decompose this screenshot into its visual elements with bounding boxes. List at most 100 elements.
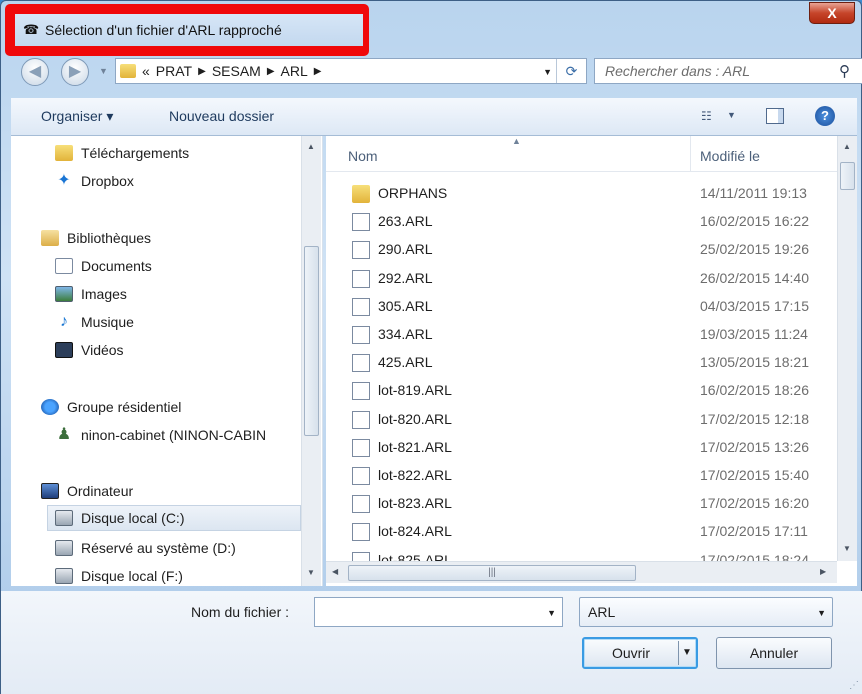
sidebar-item-computer[interactable]: Ordinateur [41,478,133,504]
folder-icon [120,64,136,78]
images-icon [55,286,73,302]
filename-field[interactable]: ▼ [314,597,563,627]
breadcrumb-sesam[interactable]: SESAM [212,63,261,79]
sidebar-item-homegroup[interactable]: Groupe résidentiel [41,394,181,420]
resize-grip-icon[interactable]: ⋰ [849,680,859,691]
sidebar-scrollbar-thumb[interactable] [304,246,319,436]
sidebar-item-ninon-cabinet[interactable]: ♟ ninon-cabinet (NINON-CABIN [55,422,266,448]
back-icon[interactable]: ◀ [21,58,49,86]
file-row[interactable]: lot-821.ARL 17/02/2015 13:26 [326,434,837,462]
music-icon: ♪ [60,313,68,330]
history-dropdown-icon[interactable]: ▼ [99,66,108,76]
scroll-down-icon[interactable]: ▼ [843,544,851,553]
file-icon [352,326,370,344]
open-button[interactable]: Ouvrir ▼ [582,637,698,669]
file-row[interactable]: ORPHANS 14/11/2011 19:13 [326,180,837,208]
filename-dropdown-icon[interactable]: ▼ [547,608,556,618]
file-row[interactable]: lot-823.ARL 17/02/2015 16:20 [326,490,837,518]
close-button[interactable]: X [809,2,855,24]
sidebar-item-dropbox[interactable]: ✦ Dropbox [55,168,134,194]
sort-ascending-icon: ▲ [512,136,521,146]
file-row[interactable]: 290.ARL 25/02/2015 19:26 [326,236,837,264]
scroll-right-icon[interactable]: ▶ [820,567,826,576]
search-icon[interactable]: ⚲ [839,62,857,80]
breadcrumb-separator-icon[interactable]: ▶ [198,66,206,77]
search-input[interactable]: Rechercher dans : ARL ⚲ [594,58,862,84]
sidebar-item-music[interactable]: ♪ Musique [55,309,134,335]
open-button-divider [678,641,679,665]
file-list-scrollbar[interactable]: ▲ ▼ [837,136,857,561]
file-name: lot-820.ARL [378,410,452,427]
documents-icon [55,258,73,274]
user-icon: ♟ [56,426,72,443]
help-icon[interactable]: ? [815,106,835,126]
column-name[interactable]: Nom [348,148,378,164]
sidebar-item-images[interactable]: Images [55,281,127,307]
sidebar-item-downloads[interactable]: Téléchargements [55,140,189,166]
cancel-button[interactable]: Annuler [716,637,832,669]
sidebar-item-videos[interactable]: Vidéos [55,337,124,363]
file-row[interactable]: 263.ARL 16/02/2015 16:22 [326,208,837,236]
column-divider[interactable] [690,136,691,172]
file-row[interactable]: lot-819.ARL 16/02/2015 18:26 [326,377,837,405]
address-bar[interactable]: « PRAT ▶ SESAM ▶ ARL ▶ ▼ ⟳ [115,58,587,84]
sidebar-scrollbar[interactable]: ▲ ▼ [301,136,321,586]
file-name: lot-821.ARL [378,438,452,455]
scroll-up-icon[interactable]: ▲ [307,142,315,151]
sidebar-item-label: Téléchargements [81,145,190,161]
column-modified[interactable]: Modifié le [700,148,760,164]
sidebar-item-label: Ordinateur [67,483,134,499]
file-row[interactable]: 292.ARL 26/02/2015 14:40 [326,265,837,293]
dialog-window: X ☎ Sélection d'un fichier d'ARL rapproc… [0,0,862,694]
sidebar-item-drive-f[interactable]: Disque local (F:) [55,563,183,586]
breadcrumb-arl[interactable]: ARL [281,63,308,79]
views-dropdown-icon[interactable]: ▼ [727,110,736,120]
sidebar-item-label: Disque local (F:) [81,568,183,584]
file-name: lot-819.ARL [378,382,452,399]
breadcrumb-overflow[interactable]: « [142,63,150,79]
sidebar-item-libraries[interactable]: Bibliothèques [41,225,151,251]
filetype-dropdown-icon[interactable]: ▼ [817,608,826,618]
views-icon[interactable]: ☷ [701,109,712,123]
file-name: lot-824.ARL [378,523,452,540]
file-icon [352,495,370,514]
address-dropdown-icon[interactable]: ▼ [543,67,552,77]
open-dropdown-icon[interactable]: ▼ [682,639,692,667]
sidebar-item-documents[interactable]: Documents [55,253,152,279]
file-list-scrollbar-thumb[interactable] [840,162,855,190]
file-row[interactable]: lot-820.ARL 17/02/2015 12:18 [326,406,837,434]
horizontal-scrollbar-thumb[interactable]: ||| [348,565,636,581]
file-name: 263.ARL [378,213,433,230]
sidebar-item-drive-d[interactable]: Réservé au système (D:) [55,535,236,561]
libraries-icon [41,230,59,246]
file-row[interactable]: 305.ARL 04/03/2015 17:15 [326,293,837,321]
file-row[interactable]: lot-822.ARL 17/02/2015 15:40 [326,462,837,490]
breadcrumb-separator-icon[interactable]: ▶ [314,66,322,77]
preview-pane-icon[interactable] [766,108,784,124]
scroll-down-icon[interactable]: ▼ [307,568,315,577]
breadcrumb-separator-icon[interactable]: ▶ [267,66,275,77]
new-folder-button[interactable]: Nouveau dossier [169,108,274,124]
file-row[interactable]: 334.ARL 19/03/2015 11:24 [326,321,837,349]
breadcrumb-prat[interactable]: PRAT [156,63,192,79]
drive-icon [55,568,73,584]
organize-button[interactable]: Organiser ▾ [41,108,113,125]
file-row[interactable]: lot-824.ARL 17/02/2015 17:11 [326,518,837,546]
scroll-up-icon[interactable]: ▲ [843,142,851,151]
scroll-left-icon[interactable]: ◀ [332,567,338,576]
navigation-pane: Téléchargements ✦ Dropbox Bibliothèques … [11,136,323,586]
filetype-select[interactable]: ARL ▼ [579,597,833,627]
forward-icon[interactable]: ▶ [61,58,89,86]
file-icon [352,354,370,373]
file-row[interactable]: 425.ARL 13/05/2015 18:21 [326,349,837,377]
horizontal-scrollbar[interactable]: ◀ ||| ▶ [326,561,837,583]
sidebar-item-drive-c[interactable]: Disque local (C:) [47,505,301,531]
file-icon [352,438,370,457]
filetype-value: ARL [588,604,616,620]
computer-icon [41,483,59,499]
videos-icon [55,342,73,358]
sidebar-item-label: Images [81,286,127,302]
file-modified-date: 17/02/2015 15:40 [700,467,809,483]
file-name: 425.ARL [378,354,433,371]
refresh-icon[interactable]: ⟳ [556,59,586,83]
